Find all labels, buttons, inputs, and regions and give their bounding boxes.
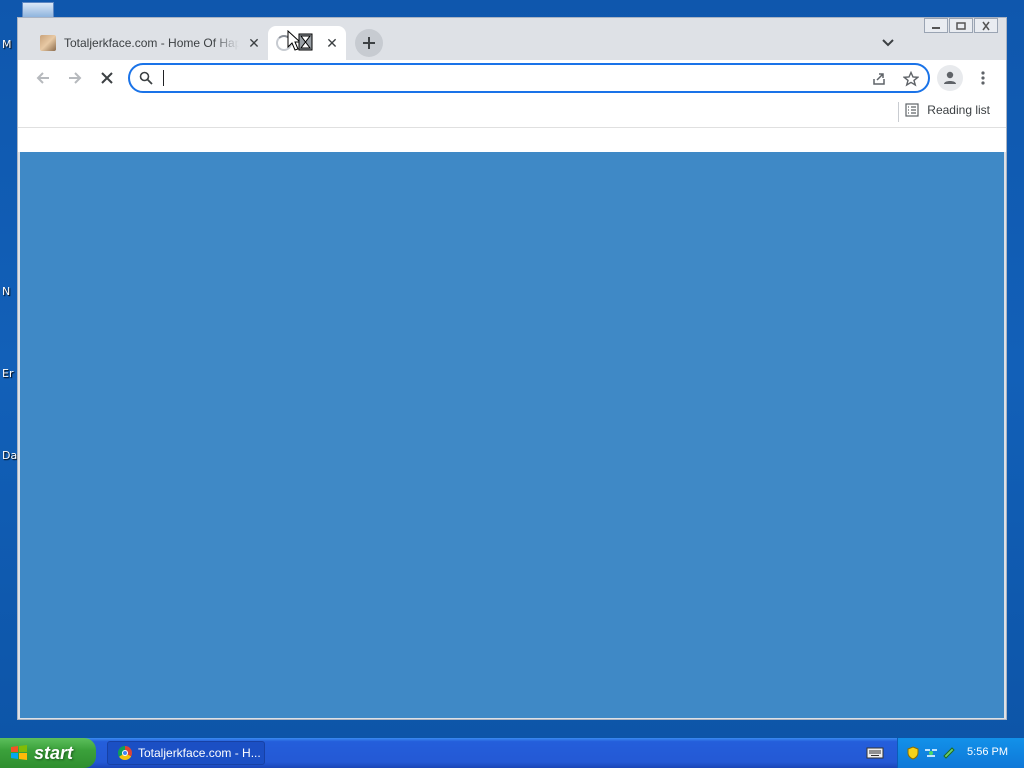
bookmarks-bar: Reading list [18, 96, 1006, 128]
start-button[interactable]: start [0, 738, 96, 768]
taskbar: start Totaljerkface.com - H... 5:56 PM [0, 738, 1024, 768]
security-shield-icon[interactable] [906, 746, 920, 760]
start-label: start [34, 742, 74, 763]
safely-remove-hardware-icon[interactable] [942, 746, 956, 760]
page-top-area [18, 128, 1006, 152]
bookmarks-divider [898, 102, 899, 122]
reading-list-icon [905, 103, 919, 117]
stop-x-icon [101, 72, 113, 84]
tab-strip: Totaljerkface.com - Home Of Happy Wheels… [18, 18, 1006, 60]
arrow-right-icon [69, 72, 82, 84]
tab-title: Totaljerkface.com - Home Of Happy Wheels [64, 36, 239, 50]
browser-window: Totaljerkface.com - Home Of Happy Wheels… [17, 17, 1007, 720]
page-content-area[interactable] [20, 152, 1004, 718]
site-favicon-icon [40, 35, 56, 51]
desktop-icon-label[interactable]: Er [2, 367, 13, 380]
person-icon [944, 71, 956, 84]
menu-button[interactable] [971, 66, 995, 90]
reading-list-label: Reading list [927, 103, 990, 117]
bookmark-star-icon[interactable] [903, 71, 919, 87]
keyboard-icon[interactable] [866, 746, 884, 760]
network-icon[interactable] [924, 746, 938, 760]
desktop-icon[interactable] [22, 2, 54, 18]
windows-logo-icon [11, 745, 27, 760]
taskbar-chrome-button[interactable]: Totaljerkface.com - H... [107, 741, 265, 765]
address-bar[interactable] [128, 63, 930, 93]
desktop-icon-label[interactable]: M [2, 38, 12, 51]
address-input[interactable] [162, 69, 852, 89]
chrome-icon [118, 746, 132, 760]
search-icon [139, 71, 153, 85]
tab-close-icon[interactable]: ✕ [246, 35, 262, 51]
stop-loading-button[interactable] [95, 66, 119, 90]
desktop-icon-label[interactable]: N [2, 285, 10, 298]
taskbar-button-label: Totaljerkface.com - H... [138, 746, 261, 760]
arrow-left-icon [36, 72, 49, 84]
back-button[interactable] [31, 66, 55, 90]
reading-list-button[interactable]: Reading list [905, 103, 990, 117]
desktop-icon-label[interactable]: Da [2, 449, 17, 462]
forward-button[interactable] [63, 66, 87, 90]
tab-search-chevron-icon[interactable] [880, 34, 896, 50]
system-tray: 5:56 PM [897, 738, 1024, 768]
tab-totaljerkface[interactable]: Totaljerkface.com - Home Of Happy Wheels… [32, 26, 268, 60]
kebab-menu-icon [981, 71, 985, 85]
text-caret [163, 70, 164, 86]
profile-button[interactable] [937, 65, 963, 91]
clock[interactable]: 5:56 PM [967, 746, 1008, 758]
plus-icon [363, 37, 375, 49]
new-tab-button[interactable] [355, 29, 383, 57]
tab-close-icon[interactable]: ✕ [324, 35, 340, 51]
busy-cursor-icon [287, 30, 313, 51]
browser-toolbar [18, 60, 1006, 96]
share-icon[interactable] [871, 71, 887, 87]
